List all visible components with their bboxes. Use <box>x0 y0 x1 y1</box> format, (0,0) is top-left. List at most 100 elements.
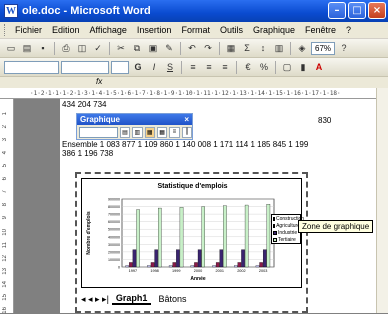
paste-icon[interactable]: ▣ <box>146 41 160 55</box>
minimize-button[interactable]: – <box>328 2 346 19</box>
format-painter-icon[interactable]: ✎ <box>162 41 176 55</box>
menu-format[interactable]: Format <box>176 25 215 35</box>
legend-swatch <box>273 223 276 228</box>
legend-item: Tertiaire <box>272 236 300 243</box>
chart-type-icon[interactable]: ▥ <box>132 126 143 138</box>
help-icon[interactable]: ? <box>337 41 351 55</box>
y-tick-label: 0 <box>118 266 120 270</box>
vertical-scrollbar[interactable] <box>376 88 388 313</box>
chart-area-tooltip: Zone de graphique <box>298 220 374 233</box>
x-tick-label: 2000 <box>194 269 202 273</box>
word-app-icon: W <box>4 4 18 18</box>
ruler-tick-label: 13 <box>2 268 8 275</box>
toolbar-separator <box>181 60 182 74</box>
bar <box>215 262 220 268</box>
align-left-icon[interactable]: ≡ <box>186 60 200 74</box>
menu-affichage[interactable]: Affichage <box>85 25 132 35</box>
ruler-tick-label: 10 <box>2 229 8 236</box>
menu-help[interactable]: ? <box>341 25 356 35</box>
print-icon[interactable]: ⎙ <box>59 41 73 55</box>
insert-table-icon[interactable]: ▦ <box>224 41 238 55</box>
ruler-tick-label: 7 <box>2 190 8 194</box>
zoom-select[interactable]: 67% <box>311 41 336 55</box>
y-tick-label: 500000 <box>108 228 120 232</box>
doc-text-line: 386 1 196 738 <box>62 149 114 158</box>
menu-edition[interactable]: Edition <box>47 25 85 35</box>
horizontal-ruler[interactable]: ·1·2·1·1·1·2·1·3·1·4·1·5·1·6·1·7·1·8·1·9… <box>0 88 388 99</box>
font-combo[interactable] <box>61 60 109 74</box>
sheet-tabs: ◂ ◂ ▸ ▸| Graph1 Bâtons <box>81 291 302 307</box>
x-tick-label: 2002 <box>237 269 245 273</box>
bar <box>154 249 158 268</box>
y-tick-label: 800000 <box>108 205 120 209</box>
bar <box>244 204 249 268</box>
style-combo[interactable] <box>4 60 59 74</box>
print-preview-icon[interactable]: ◫ <box>75 41 89 55</box>
menu-fenetre[interactable]: Fenêtre <box>300 25 341 35</box>
chart-legend[interactable]: Construction Agriculture Industrie Terti… <box>271 214 304 244</box>
font-size-combo[interactable] <box>111 60 129 74</box>
new-document-icon[interactable]: ▭ <box>4 41 18 55</box>
save-icon[interactable]: ▪ <box>36 41 50 55</box>
legend-swatch <box>273 230 277 235</box>
graph-toolbar-close-button[interactable]: × <box>184 115 192 124</box>
font-color-icon[interactable]: A <box>312 60 326 74</box>
italic-icon[interactable]: I <box>147 60 161 74</box>
cut-icon[interactable]: ✂ <box>114 41 128 55</box>
align-right-icon[interactable]: ≡ <box>218 60 232 74</box>
copy-icon[interactable]: ⧉ <box>130 41 144 55</box>
legend-item: Industrie <box>272 229 300 236</box>
toolbar-separator <box>275 60 276 74</box>
sheet-nav-arrows[interactable]: ◂ ◂ ▸ ▸| <box>81 294 109 305</box>
open-folder-icon[interactable]: ▤ <box>20 41 34 55</box>
vertical-ruler[interactable]: 1 2 3 4 5 6 7 8 9 10 11 12 13 14 15 16 <box>0 99 14 314</box>
align-center-icon[interactable]: ≡ <box>202 60 216 74</box>
chart-area[interactable]: Statistique d'emplois 900000 800000 700000… <box>81 178 302 288</box>
menu-insertion[interactable]: Insertion <box>132 25 177 35</box>
close-button[interactable]: × <box>368 2 386 19</box>
bar <box>132 249 137 268</box>
by-row-icon[interactable]: ≡ <box>169 126 180 138</box>
sheet-tab-batons[interactable]: Bâtons <box>154 294 190 304</box>
bar <box>237 262 242 268</box>
fill-color-icon[interactable]: ▮ <box>296 60 310 74</box>
maximize-button[interactable]: □ <box>348 2 366 19</box>
bold-icon[interactable]: G <box>131 60 145 74</box>
bar <box>234 265 238 268</box>
spelling-icon[interactable]: ✓ <box>91 41 105 55</box>
bar <box>125 265 129 268</box>
by-column-icon[interactable]: ║ <box>181 126 192 138</box>
menu-fichier[interactable]: Fichier <box>10 25 47 35</box>
legend-icon[interactable]: ▦ <box>144 126 155 138</box>
chart-wizard-icon[interactable]: ▥ <box>272 41 286 55</box>
borders-icon[interactable]: ▢ <box>280 60 294 74</box>
menu-outils[interactable]: Outils <box>215 25 248 35</box>
ruler-tick-label: 4 <box>2 151 8 155</box>
bar <box>194 262 198 268</box>
y-tick-label: 700000 <box>108 213 120 217</box>
toolbar-separator <box>236 60 237 74</box>
ruler-tick-label: 1 <box>2 112 8 116</box>
formula-bar: fx <box>0 77 388 88</box>
autosum-icon[interactable]: Σ <box>240 41 254 55</box>
x-axis-label: Année <box>190 276 206 282</box>
ruler-tick-label: 8 <box>2 203 8 207</box>
redo-icon[interactable]: ↷ <box>201 41 215 55</box>
undo-icon[interactable]: ↶ <box>185 41 199 55</box>
underline-icon[interactable]: S <box>163 60 177 74</box>
chart-objects-combo[interactable] <box>79 126 118 138</box>
bar <box>176 249 180 268</box>
toolbar-separator <box>109 41 110 55</box>
bar <box>219 249 224 268</box>
currency-icon[interactable]: € <box>241 60 255 74</box>
drawing-icon[interactable]: ◈ <box>295 41 309 55</box>
sort-icon[interactable]: ↕ <box>256 41 270 55</box>
format-object-icon[interactable]: ▤ <box>119 126 131 138</box>
bar <box>262 249 267 268</box>
window-title: ole.doc - Microsoft Word <box>22 5 151 17</box>
percent-icon[interactable]: % <box>257 60 271 74</box>
sheet-tab-graph1[interactable]: Graph1 <box>111 293 152 305</box>
data-table-icon[interactable]: ▦ <box>156 126 168 138</box>
bar <box>201 206 205 268</box>
menu-graphique[interactable]: Graphique <box>248 25 300 35</box>
